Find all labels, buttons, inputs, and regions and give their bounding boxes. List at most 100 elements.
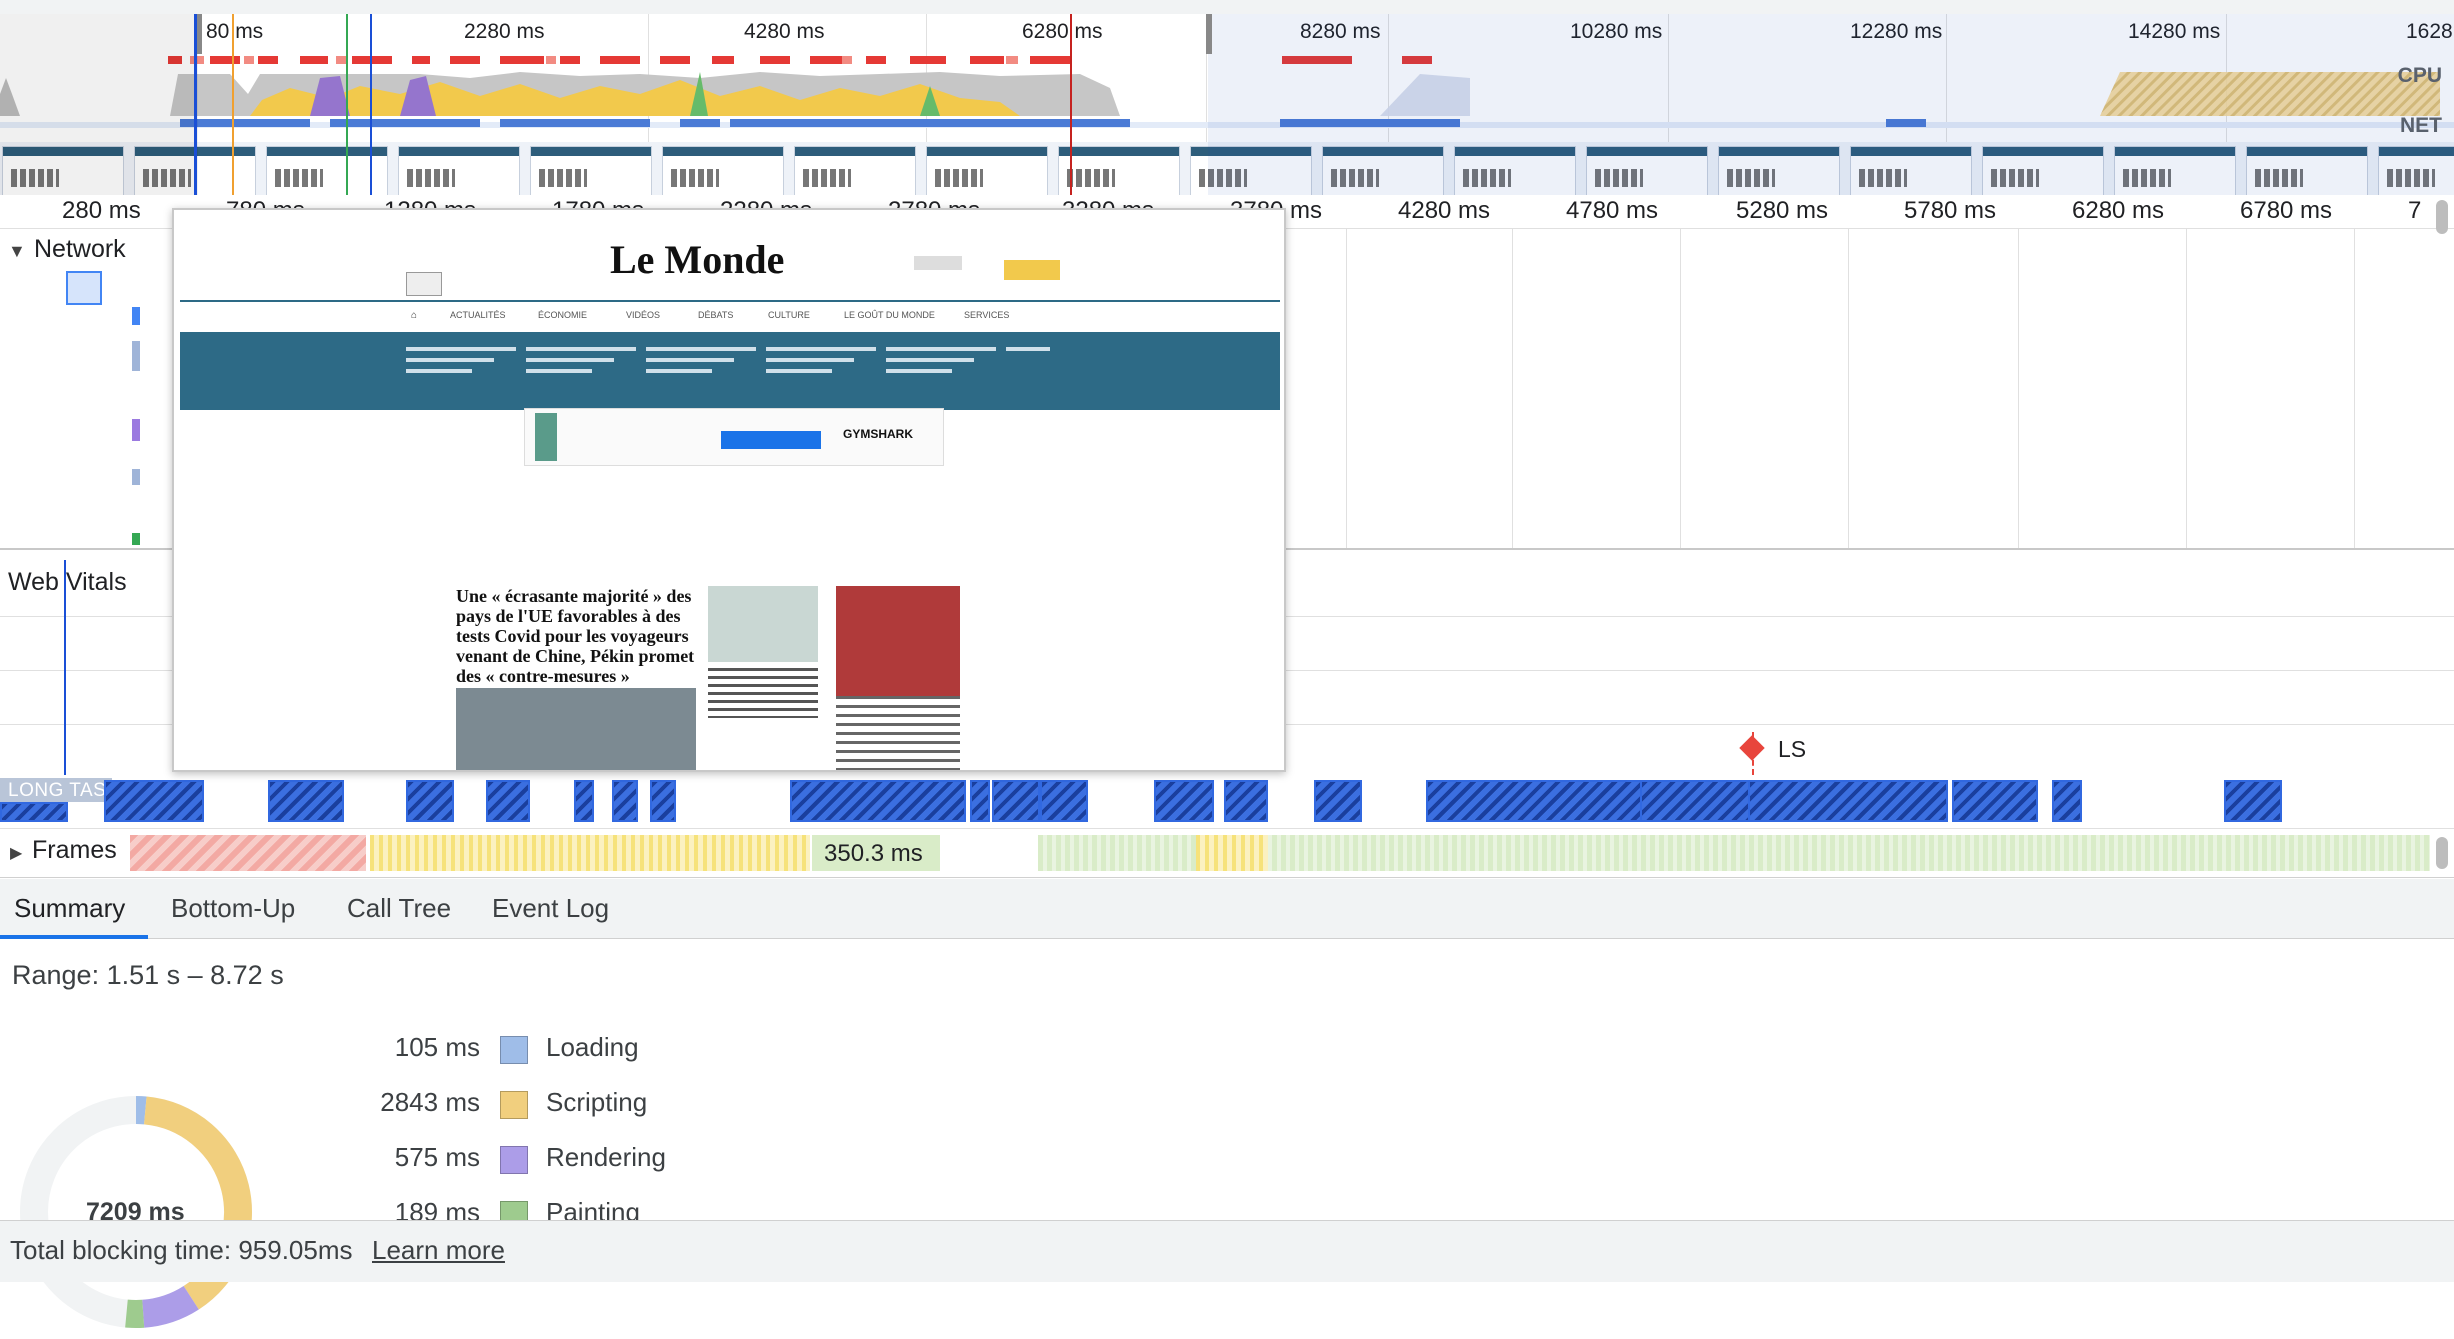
article-teaser — [708, 668, 818, 718]
article-image — [456, 688, 696, 772]
long-task[interactable] — [1040, 780, 1088, 822]
ruler-tick: 4280 ms — [1398, 197, 1490, 225]
nav-item: CULTURE — [768, 310, 810, 320]
home-icon: ⌂ — [411, 310, 417, 321]
long-task[interactable] — [992, 780, 1040, 822]
legend-row-scripting: 2843 ms Scripting — [0, 1087, 700, 1127]
layout-shift-marker-icon[interactable] — [1739, 735, 1764, 760]
frames-scrollbar[interactable] — [2436, 837, 2448, 869]
tab-call-tree[interactable]: Call Tree — [347, 893, 451, 924]
long-task[interactable] — [574, 780, 594, 822]
ruler-tick: 5280 ms — [1736, 197, 1828, 225]
long-task[interactable] — [650, 780, 676, 822]
total-blocking-time: Total blocking time: 959.05ms — [10, 1235, 353, 1266]
tab-bottom-up[interactable]: Bottom-Up — [171, 893, 295, 924]
ad-banner: GYMSHARK — [524, 408, 944, 466]
legend-value: 105 ms — [280, 1032, 480, 1063]
long-task[interactable] — [2224, 780, 2282, 822]
login-link — [914, 256, 962, 270]
legend-row-rendering: 575 ms Rendering — [0, 1142, 700, 1182]
frame-duration: 350.3 ms — [824, 840, 923, 868]
partial-frame[interactable] — [1196, 835, 1268, 871]
donut-segment-rendering — [143, 1298, 191, 1314]
legend-value: 575 ms — [280, 1142, 480, 1173]
nav-item: VIDÉOS — [626, 310, 660, 320]
legend-row-loading: 105 ms Loading — [0, 1032, 700, 1072]
tab-event-log[interactable]: Event Log — [492, 893, 609, 924]
selection-handle-right[interactable] — [1206, 14, 1212, 54]
overview-marker-blue2 — [370, 14, 372, 195]
dropped-frame[interactable] — [130, 835, 366, 871]
ruler-tick: 6780 ms — [2240, 197, 2332, 225]
nav-item: DÉBATS — [698, 310, 733, 320]
tab-summary[interactable]: Summary — [14, 893, 125, 924]
long-task[interactable] — [0, 802, 68, 822]
long-tasks-track[interactable]: LONG TASKS — [0, 776, 2454, 826]
long-task[interactable] — [1748, 780, 1948, 822]
lead-headline: Une « écrasante majorité » des pays de l… — [456, 586, 700, 686]
overview-marker-blue — [194, 14, 197, 195]
ruler-tick: 5780 ms — [1904, 197, 1996, 225]
expand-triangle-icon[interactable]: ▶ — [10, 843, 22, 863]
range-label: Range: 1.51 s – 8.72 s — [12, 960, 284, 991]
long-task[interactable] — [1154, 780, 1214, 822]
collapse-triangle-icon[interactable]: ▼ — [8, 241, 26, 262]
loading-swatch — [500, 1036, 528, 1064]
summary-panel: Range: 1.51 s – 8.72 s 7209 ms 105 ms Lo… — [0, 940, 2454, 1220]
long-task[interactable] — [104, 780, 204, 822]
subscribe-button — [1004, 260, 1060, 280]
overview-dim-right — [1208, 14, 2454, 195]
network-request[interactable] — [132, 341, 140, 371]
long-task[interactable] — [406, 780, 454, 822]
details-tabbar: Summary Bottom-Up Call Tree Event Log — [0, 879, 2454, 939]
vitals-marker — [64, 560, 66, 775]
ruler-tick: 6280 ms — [2072, 197, 2164, 225]
nav-item: LE GOÛT DU MONDE — [844, 310, 935, 320]
ls-label: LS — [1778, 736, 1806, 763]
scripting-swatch — [500, 1091, 528, 1119]
long-task[interactable] — [970, 780, 990, 822]
overview-marker-orange — [232, 14, 234, 195]
web-vitals-title: Web Vitals — [8, 568, 127, 597]
long-task[interactable] — [486, 780, 530, 822]
article-teaser — [836, 696, 960, 772]
legend-name: Loading — [546, 1032, 639, 1063]
network-request[interactable] — [66, 271, 102, 305]
network-request[interactable] — [132, 419, 140, 441]
ad-brand: GYMSHARK — [843, 427, 913, 441]
article-image — [708, 586, 818, 662]
ruler-tick: 280 ms — [62, 197, 141, 225]
legend-name: Scripting — [546, 1087, 647, 1118]
overview-marker-red — [1070, 14, 1072, 195]
legend-value: 2843 ms — [280, 1087, 480, 1118]
long-task[interactable] — [1314, 780, 1362, 822]
article-image — [836, 586, 960, 696]
status-footer: Total blocking time: 959.05ms Learn more — [0, 1220, 2454, 1282]
network-request[interactable] — [132, 469, 140, 485]
network-request[interactable] — [132, 307, 140, 325]
network-request[interactable] — [132, 533, 140, 545]
long-task[interactable] — [790, 780, 966, 822]
legend-name: Rendering — [546, 1142, 666, 1173]
long-task[interactable] — [612, 780, 638, 822]
rendering-swatch — [500, 1146, 528, 1174]
live-news-band — [180, 332, 1280, 410]
nav-item: ÉCONOMIE — [538, 310, 587, 320]
network-section-title: Network — [34, 235, 126, 264]
long-task[interactable] — [268, 780, 344, 822]
screenshot-preview-tooltip: Le Monde ⌂ ACTUALITÉS ÉCONOMIE VIDÉOS DÉ… — [172, 208, 1286, 772]
nav-item: SERVICES — [964, 310, 1009, 320]
long-task[interactable] — [1640, 780, 1750, 822]
long-task[interactable] — [1952, 780, 2038, 822]
nav-item: ACTUALITÉS — [450, 310, 506, 320]
partial-frame[interactable] — [370, 835, 810, 871]
learn-more-link[interactable]: Learn more — [372, 1235, 505, 1266]
long-task[interactable] — [1224, 780, 1268, 822]
active-tab-indicator — [0, 935, 148, 939]
long-task[interactable] — [2052, 780, 2082, 822]
newspaper-icon — [406, 272, 442, 296]
overview-dim-left — [0, 14, 198, 195]
timeline-overview[interactable]: 80 ms 2280 ms 4280 ms 6280 ms 8280 ms 10… — [0, 0, 2454, 195]
overview-marker-green — [346, 14, 348, 195]
frames-track[interactable]: ▶ Frames 350.3 ms — [0, 828, 2454, 878]
